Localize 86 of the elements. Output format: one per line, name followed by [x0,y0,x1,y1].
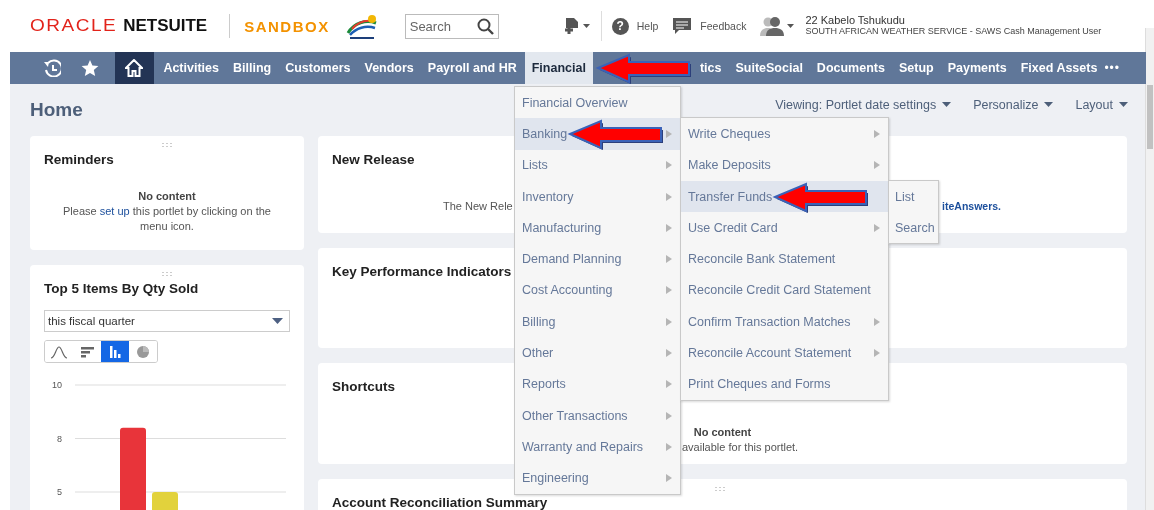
portlet-title: Key Performance Indicators [332,264,512,279]
menu-item[interactable]: Financial Overview [515,87,680,119]
menu-item[interactable]: Transfer Funds [681,180,888,213]
portlet-title: Account Reconciliation Summary [332,495,548,510]
empty-heading: No content [137,189,197,204]
nav-tab[interactable]: Payments [940,52,1014,84]
menu-item[interactable]: Cost Accounting [515,274,680,307]
help-icon[interactable]: ? [611,17,629,35]
dropdown-link[interactable]: Viewing: Portlet date settings [775,97,952,112]
menu-item[interactable]: Search [889,212,938,244]
menu-item[interactable]: Banking [515,118,680,150]
menu-item[interactable]: Reports [515,368,680,400]
nav-tab[interactable]: Activities [156,52,226,84]
menu-item[interactable]: Billing [515,306,680,338]
create-record-icon[interactable] [562,16,591,36]
menu-item[interactable]: Other [515,337,680,369]
nav-tab[interactable]: Setup [891,52,941,84]
scrollbar[interactable] [1145,28,1154,510]
nav-tab[interactable]: Fixed Assets [1013,52,1105,84]
empty-message: available for this portlet. [682,440,799,455]
menu-item[interactable]: Reconcile Bank Statement [681,243,888,275]
menu-item[interactable]: List [889,180,938,213]
caret-icon [1119,102,1128,107]
menu-item[interactable]: Manufacturing [515,212,680,244]
axis-tick-label: 5 [57,487,62,497]
feedback-link[interactable]: Feedback [700,20,747,32]
nav-tab[interactable]: Billing [226,52,279,84]
menu-item[interactable]: Engineering [515,462,680,494]
nav-tab[interactable]: Documents [809,52,892,84]
nav-tab[interactable]: SuiteSocial [728,52,810,84]
caret-icon [272,318,283,324]
caret-icon [1044,102,1054,107]
menu-item[interactable]: Reconcile Account Statement [681,337,888,369]
brand-logo-text: ORACLE [30,16,118,36]
menu-item[interactable]: Confirm Transaction Matches [681,306,888,338]
nav-tab[interactable]: Financial [524,52,593,84]
axis-tick-label: 8 [57,433,62,444]
home-icon [125,59,144,77]
home-button[interactable] [114,52,155,84]
caret-icon [942,102,952,107]
nav-tab[interactable]: Payroll and HR [420,52,524,84]
user-name: 22 Kabelo Tshukudu [805,15,906,26]
portlet-title: Reminders [44,152,114,167]
horizontal-bar-icon [78,344,96,359]
portlet-title: Top 5 Items By Qty Sold [44,281,199,296]
axis-tick-label: 10 [52,380,62,390]
help-link[interactable]: Help [636,20,659,32]
page-title: Home [30,99,83,121]
star-icon [80,59,99,77]
menu-item[interactable]: Inventory [515,180,680,213]
dropdown-link[interactable]: Layout [1075,97,1128,112]
menu-item[interactable]: Lists [515,149,680,181]
release-text: The New Rele [443,200,513,212]
search-field[interactable]: Search [404,13,499,39]
suiteanswers-link[interactable]: iteAnswers. [942,200,1001,212]
pie-chart-icon [134,344,152,359]
menu-item[interactable]: Print Cheques and Forms [681,368,888,400]
chart-type-toggle[interactable] [101,341,129,362]
empty-message: Please set up this portlet by clicking on the menu icon. [63,205,271,232]
empty-heading: No content [693,425,752,440]
more-menu-button[interactable]: ••• [1104,61,1120,75]
portlet-title: Shortcuts [332,379,395,394]
period-dropdown[interactable]: this fiscal quarter [44,310,290,332]
menu-item[interactable]: Other Transactions [515,399,680,432]
history-icon [42,59,61,77]
menu-item[interactable]: Demand Planning [515,243,680,275]
menu-item[interactable]: Reconcile Credit Card Statement [681,274,888,307]
nav-tab[interactable]: tics [692,52,729,84]
feedback-icon[interactable] [672,17,693,35]
environment-label: SANDBOX [244,17,330,35]
dropdown-link[interactable]: Personalize [973,97,1054,112]
product-name: NETSUITE [123,16,208,36]
scroll-thumb[interactable] [1147,85,1153,149]
line-chart-icon [50,344,68,359]
menu-item[interactable]: Use Credit Card [681,212,888,244]
user-avatar-icon[interactable] [760,16,795,36]
nav-tab[interactable]: Vendors [357,52,421,84]
nav-tab[interactable]: Customers [278,52,358,84]
portlet-title: New Release [332,152,415,167]
search-icon[interactable] [476,17,494,35]
user-role: SOUTH AFRICAN WEATHER SERVICE - SAWS Cash Management User [805,26,1102,37]
menu-item[interactable]: Make Deposits [681,149,888,181]
menu-item[interactable]: Warranty and Repairs [515,431,680,463]
menu-item[interactable]: Write Cheques [681,118,888,150]
setup-link[interactable]: set up [99,205,130,217]
chart-bar [152,492,178,510]
